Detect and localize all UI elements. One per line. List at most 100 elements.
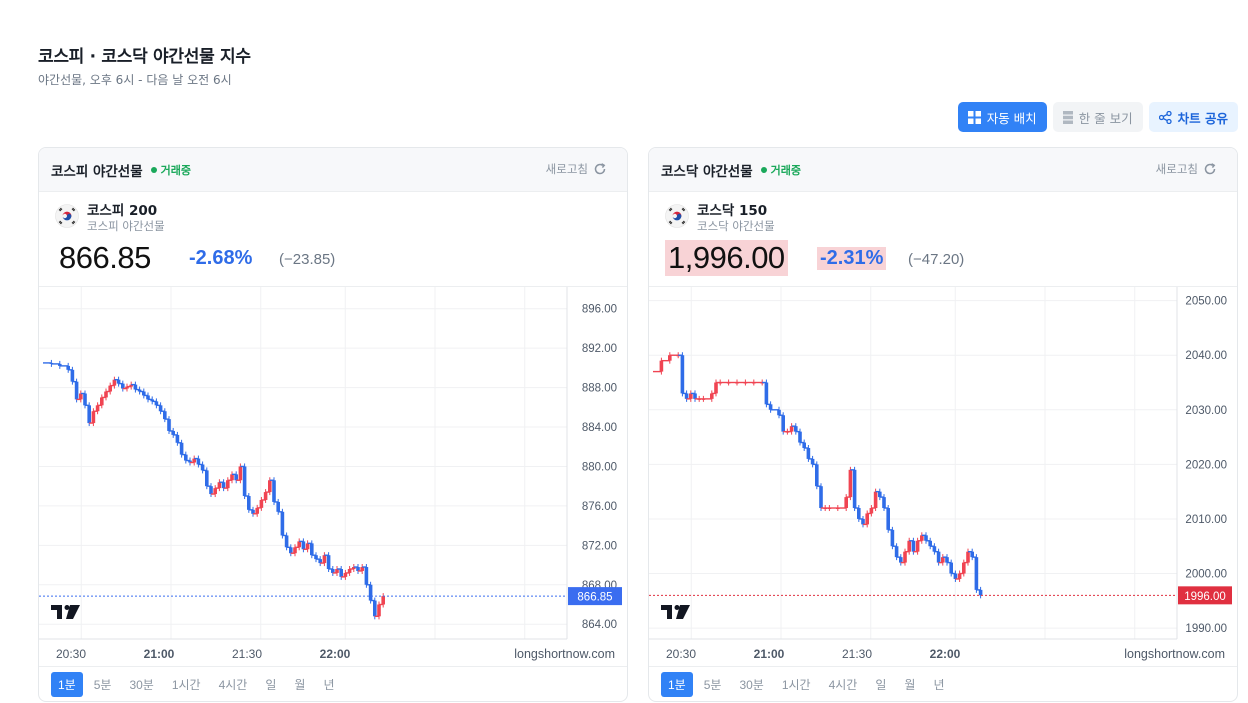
- candle-body: [924, 535, 928, 541]
- candle-body: [890, 529, 895, 547]
- candle-body: [297, 541, 301, 548]
- y-tick-label: 2030.00: [1185, 405, 1227, 417]
- single-row-label: 한 줄 보기: [1078, 110, 1133, 126]
- refresh-label: 새로고침: [1155, 162, 1198, 176]
- candle-body: [364, 567, 369, 585]
- timeframe-3[interactable]: 1시간: [165, 672, 208, 697]
- candle-body: [284, 535, 289, 548]
- candle-body: [305, 543, 310, 550]
- kospi-chart-card: 코스피 야간선물 거래중 새로고침 코스피 200 코스피 야간선물 866.8…: [38, 147, 628, 702]
- grid: [39, 287, 567, 639]
- timeframe-6[interactable]: 월: [287, 672, 312, 697]
- candle-body: [301, 541, 306, 550]
- candle-body: [794, 426, 798, 432]
- candle-body: [974, 557, 979, 590]
- candle-body: [815, 464, 819, 487]
- candle-body: [894, 546, 899, 558]
- logo-part: [674, 605, 680, 610]
- y-tick-label: 880.00: [582, 461, 617, 473]
- candle-body: [209, 486, 213, 495]
- timeframe-7[interactable]: 년: [316, 672, 341, 697]
- refresh-button[interactable]: 새로고침: [1156, 161, 1217, 177]
- y-tick-label: 2010.00: [1185, 514, 1227, 526]
- y-tick-label: 872.00: [582, 540, 617, 552]
- candle-body: [920, 535, 924, 541]
- candle-body: [810, 458, 815, 465]
- candle-body: [802, 442, 806, 448]
- candle-body: [322, 555, 327, 564]
- timeframe-3[interactable]: 1시간: [775, 672, 818, 697]
- candle-body: [112, 379, 117, 386]
- candle-body: [659, 360, 664, 372]
- candle-body: [857, 508, 861, 519]
- candle-body: [213, 488, 217, 495]
- candle-body: [957, 573, 962, 579]
- timeframe-6[interactable]: 월: [897, 672, 922, 697]
- price-chart[interactable]: 896.00 892.00 888.00 884.00 880.00 876.00 872.…: [39, 286, 627, 666]
- refresh-label: 새로고침: [545, 162, 588, 176]
- x-axis-labels: 20:30 21:00 21:30 22:00: [56, 647, 351, 661]
- y-tick-label: 864.00: [582, 619, 617, 631]
- timeframe-4[interactable]: 4시간: [212, 672, 255, 697]
- candle-body: [238, 466, 243, 481]
- x-tick-label: 21:30: [842, 647, 872, 661]
- instrument-subtitle: 코스피 야간선물: [87, 219, 165, 233]
- logo-part: [64, 605, 70, 610]
- candle-body: [945, 557, 949, 563]
- card-header: 코스닥 야간선물 거래중 새로고침: [649, 148, 1237, 192]
- candle-body: [83, 393, 87, 406]
- current-price: 1,996.00: [665, 240, 788, 276]
- timeframe-1[interactable]: 5분: [87, 672, 119, 697]
- share-label: 차트 공유: [1177, 110, 1228, 126]
- candle-body: [91, 411, 96, 424]
- candle-body: [886, 508, 890, 530]
- candle-body: [100, 397, 104, 406]
- candle-body: [184, 454, 188, 461]
- y-tick-label: 888.00: [582, 383, 617, 395]
- candle-body: [373, 600, 377, 617]
- candle-body: [104, 391, 108, 398]
- grid: [649, 287, 1177, 639]
- page-title: 코스피 · 코스닥 야간선물 지수: [38, 47, 251, 67]
- tradingview-logo-icon: [51, 605, 80, 619]
- candle-body: [289, 547, 293, 554]
- share-chart-button[interactable]: 차트 공유: [1148, 102, 1238, 132]
- candle-body: [179, 442, 184, 455]
- y-axis-labels: 896.00 892.00 888.00 884.00 880.00 876.00 872.…: [582, 304, 617, 632]
- change-amount: (−47.20): [908, 251, 965, 268]
- y-tick-label: 896.00: [582, 304, 617, 316]
- candle-body: [936, 551, 941, 563]
- candle-body: [878, 491, 882, 498]
- status-dot-icon: [150, 166, 157, 173]
- timeframe-1[interactable]: 5분: [697, 672, 729, 697]
- change-percent: -2.31%: [817, 247, 887, 270]
- change-amount: (−23.85): [279, 251, 336, 268]
- page-subtitle: 야간선물, 오후 6시 - 다음 날 오전 6시: [38, 73, 232, 87]
- timeframe-7[interactable]: 년: [926, 672, 951, 697]
- timeframe-5[interactable]: 일: [258, 672, 283, 697]
- timeframe-2[interactable]: 30분: [122, 672, 160, 697]
- candle-body: [377, 604, 381, 617]
- candle-body: [163, 411, 167, 420]
- candlestick-chart[interactable]: 896.00 892.00 888.00 884.00 880.00 876.00 872.…: [39, 287, 627, 667]
- timeframe-0[interactable]: 1분: [661, 671, 693, 697]
- candle-body: [272, 480, 276, 502]
- timeframe-0[interactable]: 1분: [51, 671, 83, 697]
- candle-body: [158, 405, 163, 412]
- candle-body: [768, 404, 773, 410]
- auto-layout-button[interactable]: 자동 배치: [957, 102, 1047, 132]
- auto-layout-label: 자동 배치: [986, 110, 1037, 126]
- candlestick-chart[interactable]: 2050.00 2040.00 2030.00 2020.00 2010.00 2000.…: [649, 287, 1237, 667]
- single-row-button[interactable]: 한 줄 보기: [1052, 102, 1143, 132]
- refresh-button[interactable]: 새로고침: [546, 161, 607, 177]
- candle-body: [869, 508, 874, 514]
- price-chart[interactable]: 2050.00 2040.00 2030.00 2020.00 2010.00 2000.…: [649, 286, 1237, 666]
- candle-body: [798, 431, 802, 443]
- candle-body: [95, 405, 100, 412]
- rows-icon: [1062, 110, 1073, 124]
- candle-body: [79, 393, 83, 400]
- timeframe-2[interactable]: 30분: [732, 672, 770, 697]
- candle-body: [205, 470, 209, 487]
- timeframe-4[interactable]: 4시간: [822, 672, 865, 697]
- timeframe-5[interactable]: 일: [868, 672, 893, 697]
